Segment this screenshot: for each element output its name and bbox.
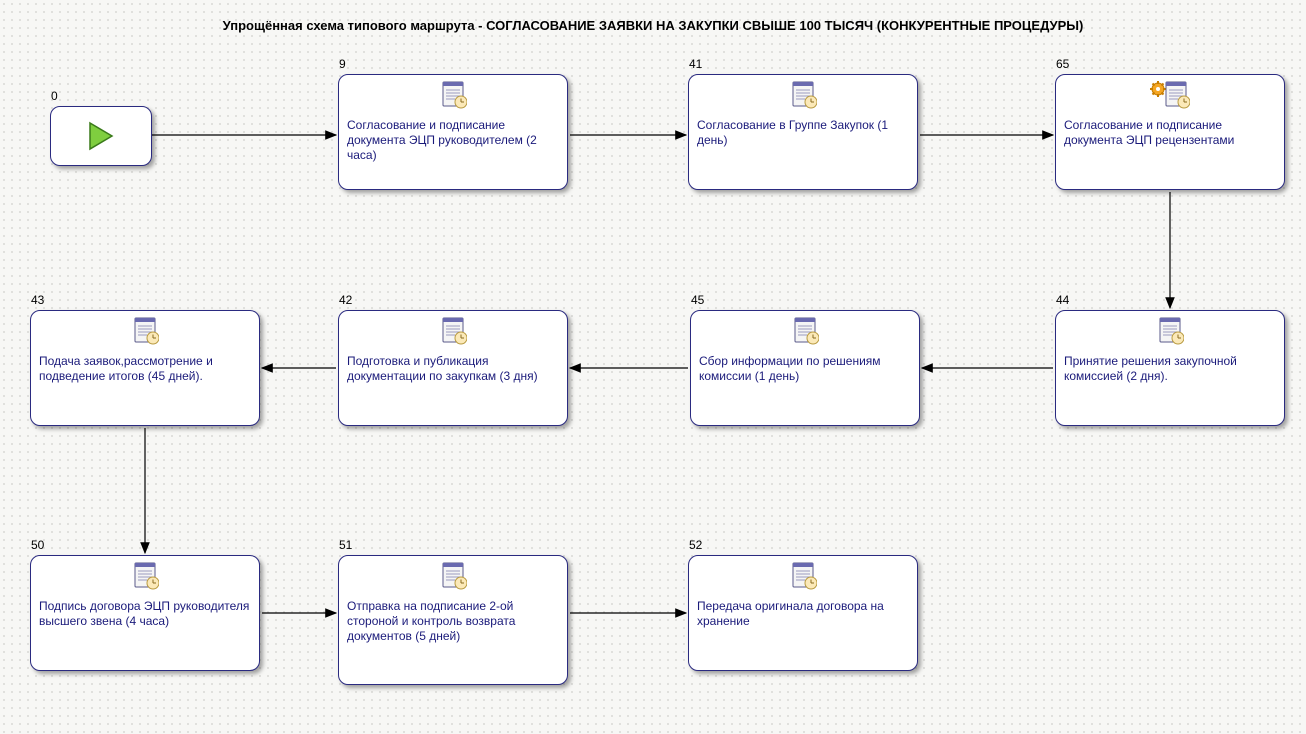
node-id: 52 — [689, 538, 702, 552]
document-clock-icon — [439, 317, 467, 345]
task-node-52[interactable]: 52 Передача оригинала договора на хранен… — [688, 555, 918, 671]
task-node-44[interactable]: 44 Принятие решения закупочной комиссией… — [1055, 310, 1285, 426]
diagram-title: Упрощённая схема типового маршрута - СОГ… — [0, 18, 1306, 33]
document-clock-icon — [439, 562, 467, 590]
node-id: 42 — [339, 293, 352, 307]
document-clock-icon — [1156, 317, 1184, 345]
node-id: 41 — [689, 57, 702, 71]
node-id: 45 — [691, 293, 704, 307]
node-label: Передача оригинала договора на хранение — [697, 599, 909, 629]
node-label: Подача заявок,рассмотрение и подведение … — [39, 354, 251, 384]
play-icon — [86, 121, 116, 151]
document-clock-icon — [439, 81, 467, 109]
task-node-51[interactable]: 51 Отправка на подписание 2-ой стороной … — [338, 555, 568, 685]
task-node-50[interactable]: 50 Подпись договора ЭЦП руководителя выс… — [30, 555, 260, 671]
node-id: 43 — [31, 293, 44, 307]
document-clock-icon — [789, 81, 817, 109]
node-id: 0 — [51, 89, 58, 103]
node-label: Согласование и подписание документа ЭЦП … — [347, 118, 559, 163]
node-id: 51 — [339, 538, 352, 552]
node-label: Подготовка и публикация документации по … — [347, 354, 559, 384]
document-clock-icon — [791, 317, 819, 345]
task-node-41[interactable]: 41 Согласование в Группе Закупок (1 день… — [688, 74, 918, 190]
document-clock-icon — [131, 317, 159, 345]
document-clock-icon — [789, 562, 817, 590]
document-clock-icon — [131, 562, 159, 590]
node-label: Принятие решения закупочной комиссией (2… — [1064, 354, 1276, 384]
task-node-42[interactable]: 42 Подготовка и публикация документации … — [338, 310, 568, 426]
document-gear-icon — [1150, 81, 1190, 109]
task-node-65[interactable]: 65 Согласование и подписание документа Э… — [1055, 74, 1285, 190]
node-label: Отправка на подписание 2-ой стороной и к… — [347, 599, 559, 644]
task-node-43[interactable]: 43 Подача заявок,рассмотрение и подведен… — [30, 310, 260, 426]
node-id: 50 — [31, 538, 44, 552]
start-node[interactable]: 0 — [50, 106, 152, 166]
node-label: Подпись договора ЭЦП руководителя высшег… — [39, 599, 251, 629]
node-id: 9 — [339, 57, 346, 71]
node-label: Согласование и подписание документа ЭЦП … — [1064, 118, 1276, 148]
node-id: 65 — [1056, 57, 1069, 71]
node-label: Сбор информации по решениям комиссии (1 … — [699, 354, 911, 384]
task-node-45[interactable]: 45 Сбор информации по решениям комиссии … — [690, 310, 920, 426]
node-label: Согласование в Группе Закупок (1 день) — [697, 118, 909, 148]
task-node-9[interactable]: 9 Согласование и подписание документа ЭЦ… — [338, 74, 568, 190]
node-id: 44 — [1056, 293, 1069, 307]
